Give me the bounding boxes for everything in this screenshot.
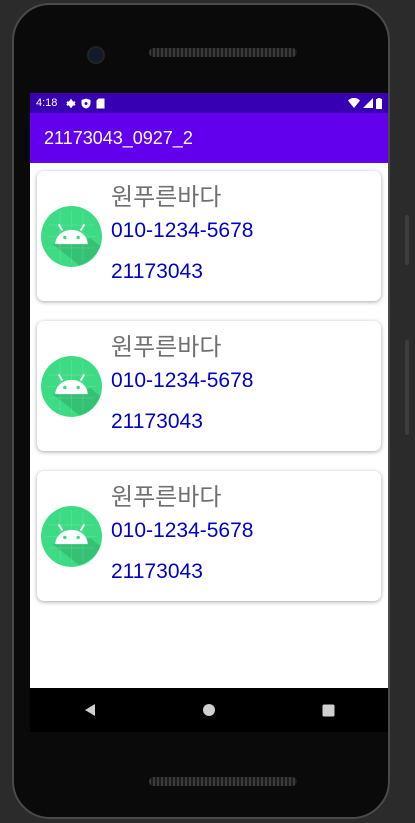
top-speaker-grille: [149, 48, 297, 57]
device-screen: 4:18 21173043_0927_2 원푸른바다 010-1234-5678…: [30, 93, 388, 688]
front-camera: [87, 46, 105, 64]
app-title: 21173043_0927_2: [44, 127, 193, 148]
status-time: 4:18: [36, 97, 58, 109]
battery-icon: [376, 97, 382, 109]
back-icon: [84, 704, 95, 716]
contact-card[interactable]: 원푸른바다 010-1234-5678 21173043: [37, 471, 381, 601]
bottom-speaker-grille: [149, 777, 297, 786]
android-icon: [41, 356, 102, 417]
android-icon: [41, 506, 102, 567]
shield-icon: [81, 98, 91, 108]
app-bar: 21173043_0927_2: [30, 113, 388, 163]
status-bar: 4:18: [30, 93, 388, 113]
sim-card-icon: [96, 98, 105, 108]
home-icon: [202, 704, 215, 716]
contact-phone: 010-1234-5678: [111, 519, 254, 542]
contact-name: 원푸른바다: [111, 333, 222, 361]
contact-list[interactable]: 원푸른바다 010-1234-5678 21173043 원푸른바다 010-1…: [30, 163, 388, 601]
power-button: [405, 215, 409, 265]
contact-card[interactable]: 원푸른바다 010-1234-5678 21173043: [37, 321, 381, 451]
contact-card[interactable]: 원푸른바다 010-1234-5678 21173043: [37, 171, 381, 301]
contact-phone: 010-1234-5678: [111, 369, 254, 392]
contact-id: 21173043: [111, 560, 203, 583]
recents-button[interactable]: [308, 690, 348, 730]
android-icon: [41, 206, 102, 267]
volume-button: [405, 340, 409, 435]
contact-id: 21173043: [111, 260, 203, 283]
wifi-icon: [348, 98, 360, 108]
home-button[interactable]: [189, 690, 229, 730]
navigation-bar: [30, 688, 388, 732]
recents-icon: [322, 704, 335, 716]
contact-name: 원푸른바다: [111, 483, 222, 511]
contact-phone: 010-1234-5678: [111, 219, 254, 242]
contact-name: 원푸른바다: [111, 183, 222, 211]
back-button[interactable]: [70, 690, 110, 730]
signal-icon: [363, 98, 373, 108]
gear-icon: [66, 98, 76, 108]
contact-id: 21173043: [111, 410, 203, 433]
